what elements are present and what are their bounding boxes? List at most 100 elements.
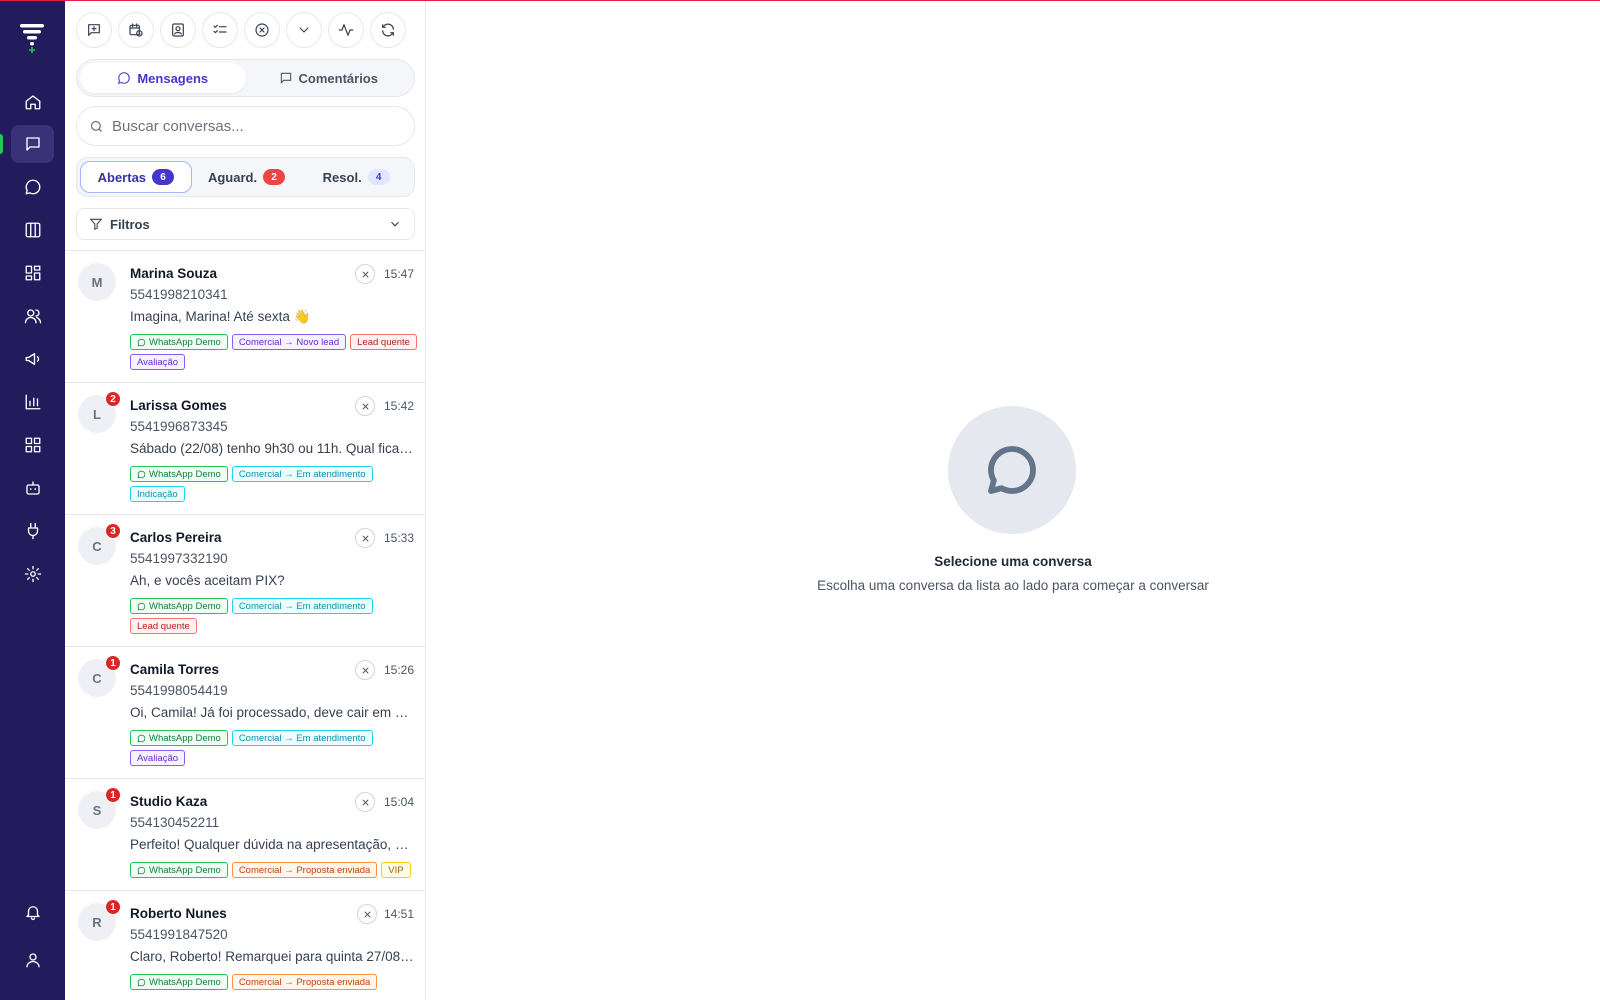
conversation-time: 15:26 xyxy=(383,663,414,677)
bell-icon xyxy=(25,906,40,921)
nav-integrations[interactable] xyxy=(11,512,54,550)
tag-label: WhatsApp Demo xyxy=(149,468,221,480)
whatsapp-icon xyxy=(137,978,146,986)
whatsapp-icon xyxy=(137,602,146,610)
nav-reports[interactable] xyxy=(11,383,54,421)
contact-phone: 5541996873345 xyxy=(130,419,228,434)
tab-comments[interactable]: Comentários xyxy=(246,63,412,93)
avatar: M xyxy=(78,263,116,301)
tag: VIP xyxy=(381,862,411,878)
close-conversation-button[interactable] xyxy=(357,904,377,924)
contact-phone: 5541997332190 xyxy=(130,551,228,566)
close-conversation-button[interactable] xyxy=(355,264,375,284)
tag-label: WhatsApp Demo xyxy=(149,600,221,612)
inbox-icon xyxy=(25,137,40,151)
more-options-button[interactable] xyxy=(286,12,322,48)
close-conversation-button[interactable] xyxy=(355,792,375,812)
close-conversation-button[interactable] xyxy=(355,660,375,680)
app-logo[interactable] xyxy=(16,20,48,54)
tag: Comercial → Novo lead xyxy=(231,334,347,350)
close-conversation-button[interactable] xyxy=(355,396,375,416)
whatsapp-icon xyxy=(137,470,146,478)
conversation-item[interactable]: M Marina Souza 15:47 5541998210341 Imagi… xyxy=(65,251,425,383)
chat-bubble-icon xyxy=(25,179,40,195)
conversation-item[interactable]: R 1 Roberto Nunes 14:51 5541991847520 Cl… xyxy=(65,891,425,1000)
conversation-item[interactable]: S 1 Studio Kaza 15:04 554130452211 Perfe… xyxy=(65,779,425,891)
tasks-button[interactable] xyxy=(202,12,238,48)
tab-messages-label: Mensagens xyxy=(137,70,209,86)
conversation-item[interactable]: L 2 Larissa Gomes 15:42 5541996873345 Sá… xyxy=(65,383,425,515)
tag-label: WhatsApp Demo xyxy=(149,732,221,744)
tag: Lead quente xyxy=(130,618,197,634)
nav-campaigns[interactable] xyxy=(11,340,54,378)
tab-messages[interactable]: Mensagens xyxy=(80,63,246,93)
tag: Lead quente xyxy=(350,334,417,350)
nav-bots[interactable] xyxy=(11,469,54,507)
contacts-button[interactable] xyxy=(160,12,196,48)
close-conversations-button[interactable] xyxy=(244,12,280,48)
panel-toolbar xyxy=(76,12,406,48)
close-icon xyxy=(363,910,371,918)
tag: Avaliação xyxy=(130,750,186,766)
chat-bubble-icon xyxy=(988,446,1036,494)
tag-list: WhatsApp Demo Comercial → Em atendimento… xyxy=(130,730,420,766)
activity-button[interactable] xyxy=(328,12,364,48)
refresh-button[interactable] xyxy=(370,12,406,48)
search-input[interactable] xyxy=(112,117,402,135)
schedule-button[interactable] xyxy=(118,12,154,48)
close-conversation-button[interactable] xyxy=(355,528,375,548)
conversation-view: Selecione uma conversa Escolha uma conve… xyxy=(426,0,1600,1000)
new-conversation-button[interactable] xyxy=(76,12,112,48)
bar-chart-icon xyxy=(25,394,40,410)
message-preview: Ah, e vocês aceitam PIX? xyxy=(130,573,285,588)
conversation-time: 15:04 xyxy=(383,795,414,809)
tag: Comercial → Proposta enviada xyxy=(231,862,378,878)
top-accent-line xyxy=(0,0,1600,1)
home-icon xyxy=(25,95,40,110)
nav-inbox[interactable] xyxy=(0,125,54,163)
tag-label: WhatsApp Demo xyxy=(149,976,221,988)
nav-profile[interactable] xyxy=(11,941,54,979)
nav-contacts[interactable] xyxy=(11,297,54,335)
tag: WhatsApp Demo xyxy=(130,730,228,746)
message-preview: Sábado (22/08) tenho 9h30 ou 11h. Qual f… xyxy=(130,441,415,456)
whatsapp-icon xyxy=(137,866,146,874)
conversation-list: M Marina Souza 15:47 5541998210341 Imagi… xyxy=(65,250,425,1000)
nav-settings[interactable] xyxy=(11,555,54,593)
tag: WhatsApp Demo xyxy=(130,598,228,614)
tag: WhatsApp Demo xyxy=(130,466,228,482)
conversation-time: 14:51 xyxy=(383,907,414,921)
close-icon xyxy=(361,270,369,278)
tag-label: WhatsApp Demo xyxy=(149,864,221,876)
close-icon xyxy=(361,402,369,410)
nav-dashboard[interactable] xyxy=(11,254,54,292)
close-circle-icon xyxy=(255,23,269,37)
unread-badge: 1 xyxy=(105,787,121,803)
nav-apps[interactable] xyxy=(11,426,54,464)
nav-chat[interactable] xyxy=(11,168,54,206)
conversation-item[interactable]: C 3 Carlos Pereira 15:33 5541997332190 A… xyxy=(65,515,425,647)
nav-notifications[interactable] xyxy=(11,893,54,931)
apps-grid-icon xyxy=(25,437,40,453)
close-icon xyxy=(361,798,369,806)
nav-home[interactable] xyxy=(11,83,54,121)
filters-dropdown[interactable]: Filtros xyxy=(76,208,415,240)
filters-label: Filtros xyxy=(110,216,150,232)
tab-open[interactable]: Abertas 6 xyxy=(80,161,192,193)
conversation-item[interactable]: C 1 Camila Torres 15:26 5541998054419 Oi… xyxy=(65,647,425,779)
tab-resolved-count: 4 xyxy=(367,169,390,185)
new-message-icon xyxy=(88,24,100,36)
unread-badge: 1 xyxy=(105,899,121,915)
tag-list: WhatsApp Demo Comercial → Proposta envia… xyxy=(130,974,420,990)
bot-icon xyxy=(25,481,40,495)
nav-kanban[interactable] xyxy=(11,211,54,249)
tab-waiting-count: 2 xyxy=(263,169,286,185)
tag: WhatsApp Demo xyxy=(130,974,228,990)
chevron-down-icon xyxy=(299,27,309,33)
tag-list: WhatsApp Demo Comercial → Novo lead Lead… xyxy=(130,334,420,370)
settings-icon xyxy=(24,565,41,583)
conversation-time: 15:47 xyxy=(383,267,414,281)
tab-waiting[interactable]: Aguard. 2 xyxy=(192,161,302,193)
tab-resolved[interactable]: Resol. 4 xyxy=(301,161,411,193)
tag: WhatsApp Demo xyxy=(130,334,228,350)
